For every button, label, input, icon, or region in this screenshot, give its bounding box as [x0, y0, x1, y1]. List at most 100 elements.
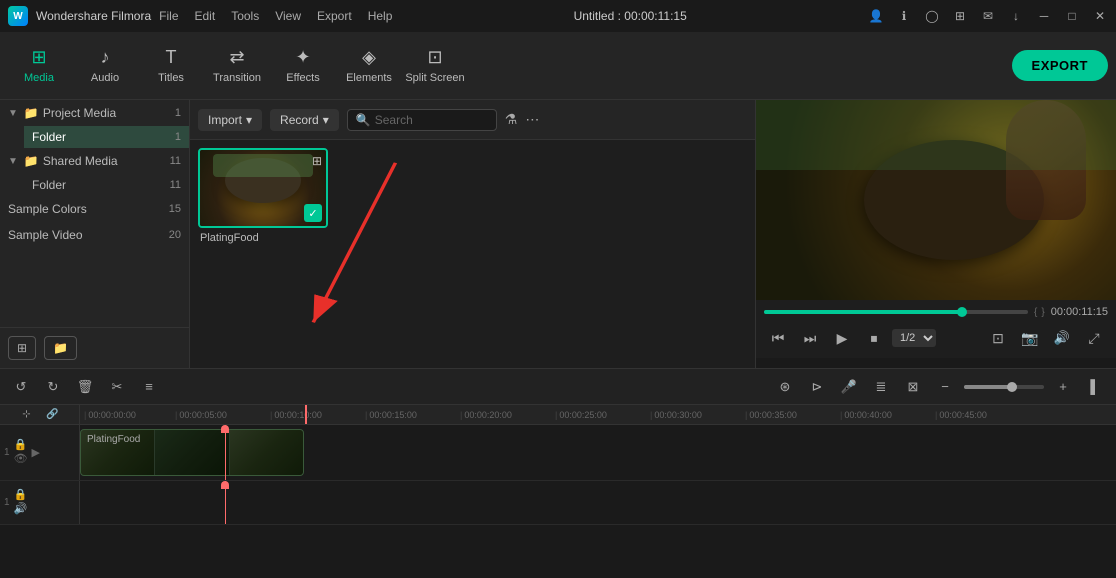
collapse-arrow: ▼: [8, 108, 18, 119]
lock-track-button[interactable]: 🔒: [14, 440, 28, 451]
pip-button[interactable]: ⊠: [900, 374, 926, 400]
toolbar-icons: ⚗ ⋯: [505, 111, 540, 128]
adjust-button[interactable]: ≡: [136, 374, 162, 400]
project-media-label: Project Media: [43, 106, 171, 120]
sidebar-item-sample-video[interactable]: Sample Video 20: [0, 222, 189, 248]
import-label: Import: [208, 113, 242, 127]
maximize-button[interactable]: □: [1064, 8, 1080, 24]
caption-button[interactable]: ≣: [868, 374, 894, 400]
menu-view[interactable]: View: [275, 9, 301, 23]
sidebar-item-sample-colors[interactable]: Sample Colors 15: [0, 196, 189, 222]
progress-bar[interactable]: [764, 310, 1028, 314]
mail-icon[interactable]: ✉: [980, 8, 996, 24]
transition-icon: ⇄: [229, 47, 244, 68]
zoom-slider[interactable]: [964, 385, 1044, 389]
screen-size-button[interactable]: ⊡: [984, 324, 1012, 352]
menu-tools[interactable]: Tools: [231, 9, 259, 23]
toolbar-transition[interactable]: ⇄ Transition: [206, 38, 268, 94]
sidebar-item-project-media[interactable]: ▼ 📁 Project Media 1: [0, 100, 189, 126]
ts-1: 00:00:05:00: [175, 405, 270, 424]
sidebar-item-folder-project[interactable]: Folder 1: [24, 126, 189, 148]
video-track-icon: ▶: [32, 446, 40, 459]
ts-8: 00:00:40:00: [840, 405, 935, 424]
shared-media-count: 11: [170, 155, 181, 167]
toolbar-media[interactable]: ⊞ Media: [8, 38, 70, 94]
delete-button[interactable]: 🗑: [72, 374, 98, 400]
menu-export[interactable]: Export: [317, 9, 352, 23]
track-icons: 🔒 👁: [14, 440, 28, 465]
redo-button[interactable]: ↻: [40, 374, 66, 400]
toolbar-splitscreen[interactable]: ⊡ Split Screen: [404, 38, 466, 94]
import-folder-button[interactable]: 📁: [44, 336, 77, 360]
playhead-audio: [225, 481, 226, 524]
eye-track-button[interactable]: 👁: [14, 454, 28, 465]
folder-shared-label: Folder: [32, 178, 166, 192]
left-panel: ▼ 📁 Project Media 1 Folder 1 ▼ 📁 Shared …: [0, 100, 190, 368]
toolbar: ⊞ Media ♪ Audio T Titles ⇄ Transition ✦ …: [0, 32, 1116, 100]
fullscreen-button[interactable]: ⤢: [1080, 324, 1108, 352]
export-button[interactable]: EXPORT: [1012, 50, 1108, 81]
mic-button[interactable]: 🎤: [836, 374, 862, 400]
undo-button[interactable]: ↺: [8, 374, 34, 400]
search-box[interactable]: 🔍: [347, 109, 497, 131]
import-button[interactable]: Import ▾: [198, 109, 262, 131]
account-icon[interactable]: 👤: [868, 8, 884, 24]
toolbar-transition-label: Transition: [213, 72, 261, 84]
bracket-close: }: [1041, 307, 1044, 318]
timeline-area: ↺ ↻ 🗑 ✂ ≡ ⊛ ⊳ 🎤 ≣ ⊠ − + ▌ ⊹ 🔗: [0, 368, 1116, 578]
toolbar-audio[interactable]: ♪ Audio: [74, 38, 136, 94]
frame-back-button[interactable]: ⏭: [796, 324, 824, 352]
toolbar-elements[interactable]: ◈ Elements: [338, 38, 400, 94]
filter-button[interactable]: ⚗: [505, 111, 518, 128]
info-icon[interactable]: ℹ: [896, 8, 912, 24]
project-media-count: 1: [175, 107, 181, 119]
toolbar-effects[interactable]: ✦ Effects: [272, 38, 334, 94]
volume-button[interactable]: 🔊: [1048, 324, 1076, 352]
new-folder-button[interactable]: ⊞: [8, 336, 36, 360]
minimize-button[interactable]: ─: [1036, 8, 1052, 24]
center-panel: Import ▾ Record ▾ 🔍 ⚗ ⋯: [190, 100, 756, 368]
menu-edit[interactable]: Edit: [195, 9, 216, 23]
grid-icon[interactable]: ⊞: [952, 8, 968, 24]
record-button[interactable]: Record ▾: [270, 109, 339, 131]
stop-button[interactable]: ⏹: [860, 324, 888, 352]
media-item-platingfood[interactable]: ⊞ ✓ PlatingFood: [198, 148, 328, 244]
progress-fill: [764, 310, 962, 314]
ruler-timestamps: 00:00:00:00 00:00:05:00 00:00:10:00 00:0…: [80, 405, 1030, 424]
render-button[interactable]: ⊛: [772, 374, 798, 400]
zoom-out-button[interactable]: −: [932, 374, 958, 400]
folder-icon: 📁: [24, 106, 39, 120]
timeline-extra-button[interactable]: ▌: [1082, 374, 1108, 400]
lock-audio-button[interactable]: 🔒: [14, 490, 28, 501]
sample-video-label: Sample Video: [8, 228, 165, 242]
timestamp-display: 00:00:11:15: [1051, 306, 1108, 318]
new-folder-icon: ⊞: [17, 341, 27, 355]
menu-help[interactable]: Help: [368, 9, 393, 23]
import-folder-icon: 📁: [53, 341, 68, 355]
sample-colors-count: 15: [169, 203, 181, 215]
video-clip[interactable]: PlatingFood: [80, 429, 304, 476]
grid-view-button[interactable]: ⋯: [525, 111, 539, 128]
play-button[interactable]: ▶: [828, 324, 856, 352]
zoom-in-button[interactable]: +: [1050, 374, 1076, 400]
search-input[interactable]: [375, 113, 488, 127]
menu-file[interactable]: File: [159, 9, 178, 23]
toolbar-titles[interactable]: T Titles: [140, 38, 202, 94]
profile-icon[interactable]: ◯: [924, 8, 940, 24]
mute-audio-button[interactable]: 🔊: [14, 504, 28, 515]
toolbar-splitscreen-label: Split Screen: [405, 72, 464, 84]
record-dropdown-icon: ▾: [323, 113, 329, 127]
speed-select[interactable]: 1/2 1/4 1 2: [892, 329, 936, 347]
snapshot-button[interactable]: 📷: [1016, 324, 1044, 352]
download-icon[interactable]: ↓: [1008, 8, 1024, 24]
clip-label: PlatingFood: [87, 434, 140, 445]
record-label: Record: [280, 113, 319, 127]
sidebar-item-shared-media[interactable]: ▼ 📁 Shared Media 11: [0, 148, 189, 174]
step-back-button[interactable]: ⏮: [764, 324, 792, 352]
cut-button[interactable]: ✂: [104, 374, 130, 400]
grid-media-icon: ⊞: [312, 154, 322, 168]
main-area: ▼ 📁 Project Media 1 Folder 1 ▼ 📁 Shared …: [0, 100, 1116, 368]
sidebar-item-folder-shared[interactable]: Folder 11: [24, 174, 189, 196]
mark-in-button[interactable]: ⊳: [804, 374, 830, 400]
close-button[interactable]: ✕: [1092, 8, 1108, 24]
